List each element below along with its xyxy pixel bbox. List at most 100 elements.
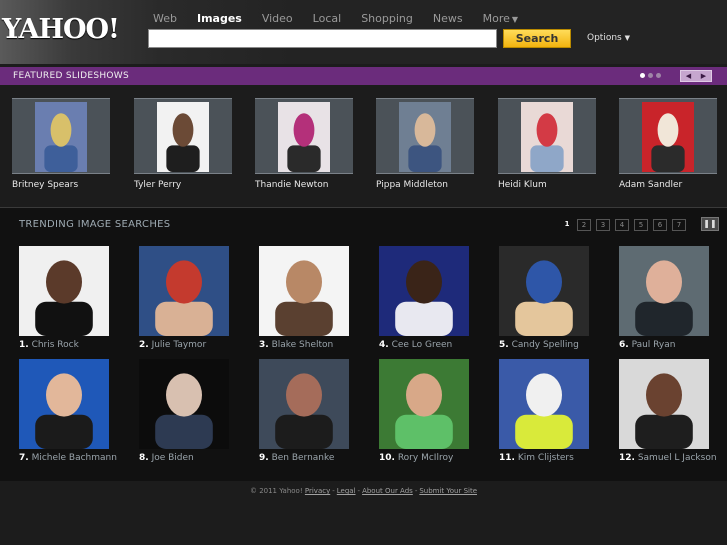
slideshow-arrows: ◀ ▶ (680, 70, 712, 82)
trending-item[interactable]: 12. Samuel L Jackson (619, 359, 727, 463)
slideshow-thumbnail-frame (12, 98, 110, 174)
slideshow-dot[interactable] (640, 73, 645, 78)
search-input[interactable] (148, 29, 497, 48)
featured-slideshows-title: FEATURED SLIDESHOWS (13, 71, 130, 81)
yahoo-logo[interactable]: YAHOO! (2, 14, 120, 45)
search-button[interactable]: Search (503, 29, 571, 48)
footer-link-about-our-ads[interactable]: About Our Ads (362, 487, 413, 495)
featured-slideshows: Britney Spears Tyler Perry Thandie Newton P… (0, 85, 727, 207)
arrow-left-icon[interactable]: ◀ (686, 72, 691, 80)
footer-link-legal[interactable]: Legal (337, 487, 356, 495)
trending-label[interactable]: 8. Joe Biden (139, 453, 251, 463)
nav-images[interactable]: Images (197, 12, 242, 25)
slideshow-thumbnail-frame (376, 98, 474, 174)
trending-label[interactable]: 12. Samuel L Jackson (619, 453, 727, 463)
slideshow-thumbnail[interactable] (35, 102, 87, 172)
trending-label[interactable]: 2. Julie Taymor (139, 340, 251, 350)
trending-thumbnail[interactable] (619, 359, 709, 449)
nav-web[interactable]: Web (153, 12, 177, 25)
trending-label[interactable]: 6. Paul Ryan (619, 340, 727, 350)
slideshow-thumbnail[interactable] (521, 102, 573, 172)
slideshow-thumbnail[interactable] (157, 102, 209, 172)
trending-thumbnail[interactable] (139, 359, 229, 449)
featured-slideshow-item[interactable]: Pippa Middleton (376, 98, 474, 190)
trending-thumbnail[interactable] (19, 359, 109, 449)
trending-label[interactable]: 7. Michele Bachmann (19, 453, 131, 463)
caret-down-icon: ▼ (511, 15, 519, 24)
nav-label: Images (196, 12, 242, 25)
trending-item[interactable]: 4. Cee Lo Green (379, 246, 491, 350)
trending-item[interactable]: 10. Rory McIlroy (379, 359, 491, 463)
pause-button[interactable]: ❚❚ (701, 217, 719, 231)
footer-separator: - (414, 487, 418, 495)
trending-thumbnail[interactable] (259, 246, 349, 336)
slideshow-label[interactable]: Adam Sandler (619, 180, 717, 190)
slideshow-thumbnail[interactable] (278, 102, 330, 172)
page-1[interactable]: 1 (562, 219, 572, 231)
trending-item[interactable]: 2. Julie Taymor (139, 246, 251, 350)
trending-rank: 6. (619, 340, 629, 350)
page-4[interactable]: 4 (615, 219, 629, 231)
trending-name: Kim Clijsters (517, 453, 574, 463)
slideshow-dot[interactable] (648, 73, 653, 78)
featured-slideshow-item[interactable]: Tyler Perry (134, 98, 232, 190)
featured-slideshow-item[interactable]: Britney Spears (12, 98, 110, 190)
page-2[interactable]: 2 (577, 219, 591, 231)
search-vertical-nav: Web Images Video Local Shopping News More ▼ (153, 12, 538, 25)
trending-thumbnail[interactable] (19, 246, 109, 336)
footer-link-submit-your-site[interactable]: Submit Your Site (419, 487, 477, 495)
trending-item[interactable]: 3. Blake Shelton (259, 246, 371, 350)
options-label: Options (587, 33, 622, 43)
footer-separator: - (332, 487, 335, 495)
trending-item[interactable]: 5. Candy Spelling (499, 246, 611, 350)
page-3[interactable]: 3 (596, 219, 610, 231)
trending-rank: 4. (379, 340, 389, 350)
slideshow-label[interactable]: Britney Spears (12, 180, 110, 190)
nav-shopping[interactable]: Shopping (361, 12, 413, 25)
trending-rank: 7. (19, 453, 29, 463)
trending-thumbnail[interactable] (379, 246, 469, 336)
arrow-right-icon[interactable]: ▶ (701, 72, 706, 80)
options-menu[interactable]: Options ▼ (587, 33, 630, 43)
slideshow-thumbnail[interactable] (642, 102, 694, 172)
trending-label[interactable]: 11. Kim Clijsters (499, 453, 611, 463)
slideshow-label[interactable]: Heidi Klum (498, 180, 596, 190)
trending-rank: 8. (139, 453, 149, 463)
nav-more[interactable]: More ▼ (483, 12, 518, 25)
featured-slideshow-item[interactable]: Heidi Klum (498, 98, 596, 190)
trending-item[interactable]: 9. Ben Bernanke (259, 359, 371, 463)
trending-label[interactable]: 10. Rory McIlroy (379, 453, 491, 463)
trending-thumbnail[interactable] (619, 246, 709, 336)
nav-local[interactable]: Local (313, 12, 342, 25)
slideshow-label[interactable]: Pippa Middleton (376, 180, 474, 190)
nav-news[interactable]: News (433, 12, 463, 25)
featured-slideshow-item[interactable]: Thandie Newton (255, 98, 353, 190)
trending-label[interactable]: 1. Chris Rock (19, 340, 131, 350)
nav-video[interactable]: Video (262, 12, 293, 25)
slideshow-label[interactable]: Tyler Perry (134, 180, 232, 190)
footer-link-privacy[interactable]: Privacy (305, 487, 330, 495)
trending-label[interactable]: 3. Blake Shelton (259, 340, 371, 350)
page-5[interactable]: 5 (634, 219, 648, 231)
slideshow-label[interactable]: Thandie Newton (255, 180, 353, 190)
trending-thumbnail[interactable] (379, 359, 469, 449)
trending-label[interactable]: 9. Ben Bernanke (259, 453, 371, 463)
trending-item[interactable]: 1. Chris Rock (19, 246, 131, 350)
trending-item[interactable]: 7. Michele Bachmann (19, 359, 131, 463)
page-6[interactable]: 6 (653, 219, 667, 231)
trending-thumbnail[interactable] (499, 246, 589, 336)
nav-label: News (432, 12, 463, 25)
trending-label[interactable]: 4. Cee Lo Green (379, 340, 491, 350)
trending-item[interactable]: 6. Paul Ryan (619, 246, 727, 350)
slideshow-dot[interactable] (656, 73, 661, 78)
trending-thumbnail[interactable] (499, 359, 589, 449)
featured-slideshow-item[interactable]: Adam Sandler (619, 98, 717, 190)
slideshow-thumbnail[interactable] (399, 102, 451, 172)
page-7[interactable]: 7 (672, 219, 686, 231)
trending-thumbnail[interactable] (259, 359, 349, 449)
trending-title: TRENDING IMAGE SEARCHES (19, 219, 171, 230)
trending-item[interactable]: 11. Kim Clijsters (499, 359, 611, 463)
trending-thumbnail[interactable] (139, 246, 229, 336)
trending-label[interactable]: 5. Candy Spelling (499, 340, 611, 350)
trending-item[interactable]: 8. Joe Biden (139, 359, 251, 463)
